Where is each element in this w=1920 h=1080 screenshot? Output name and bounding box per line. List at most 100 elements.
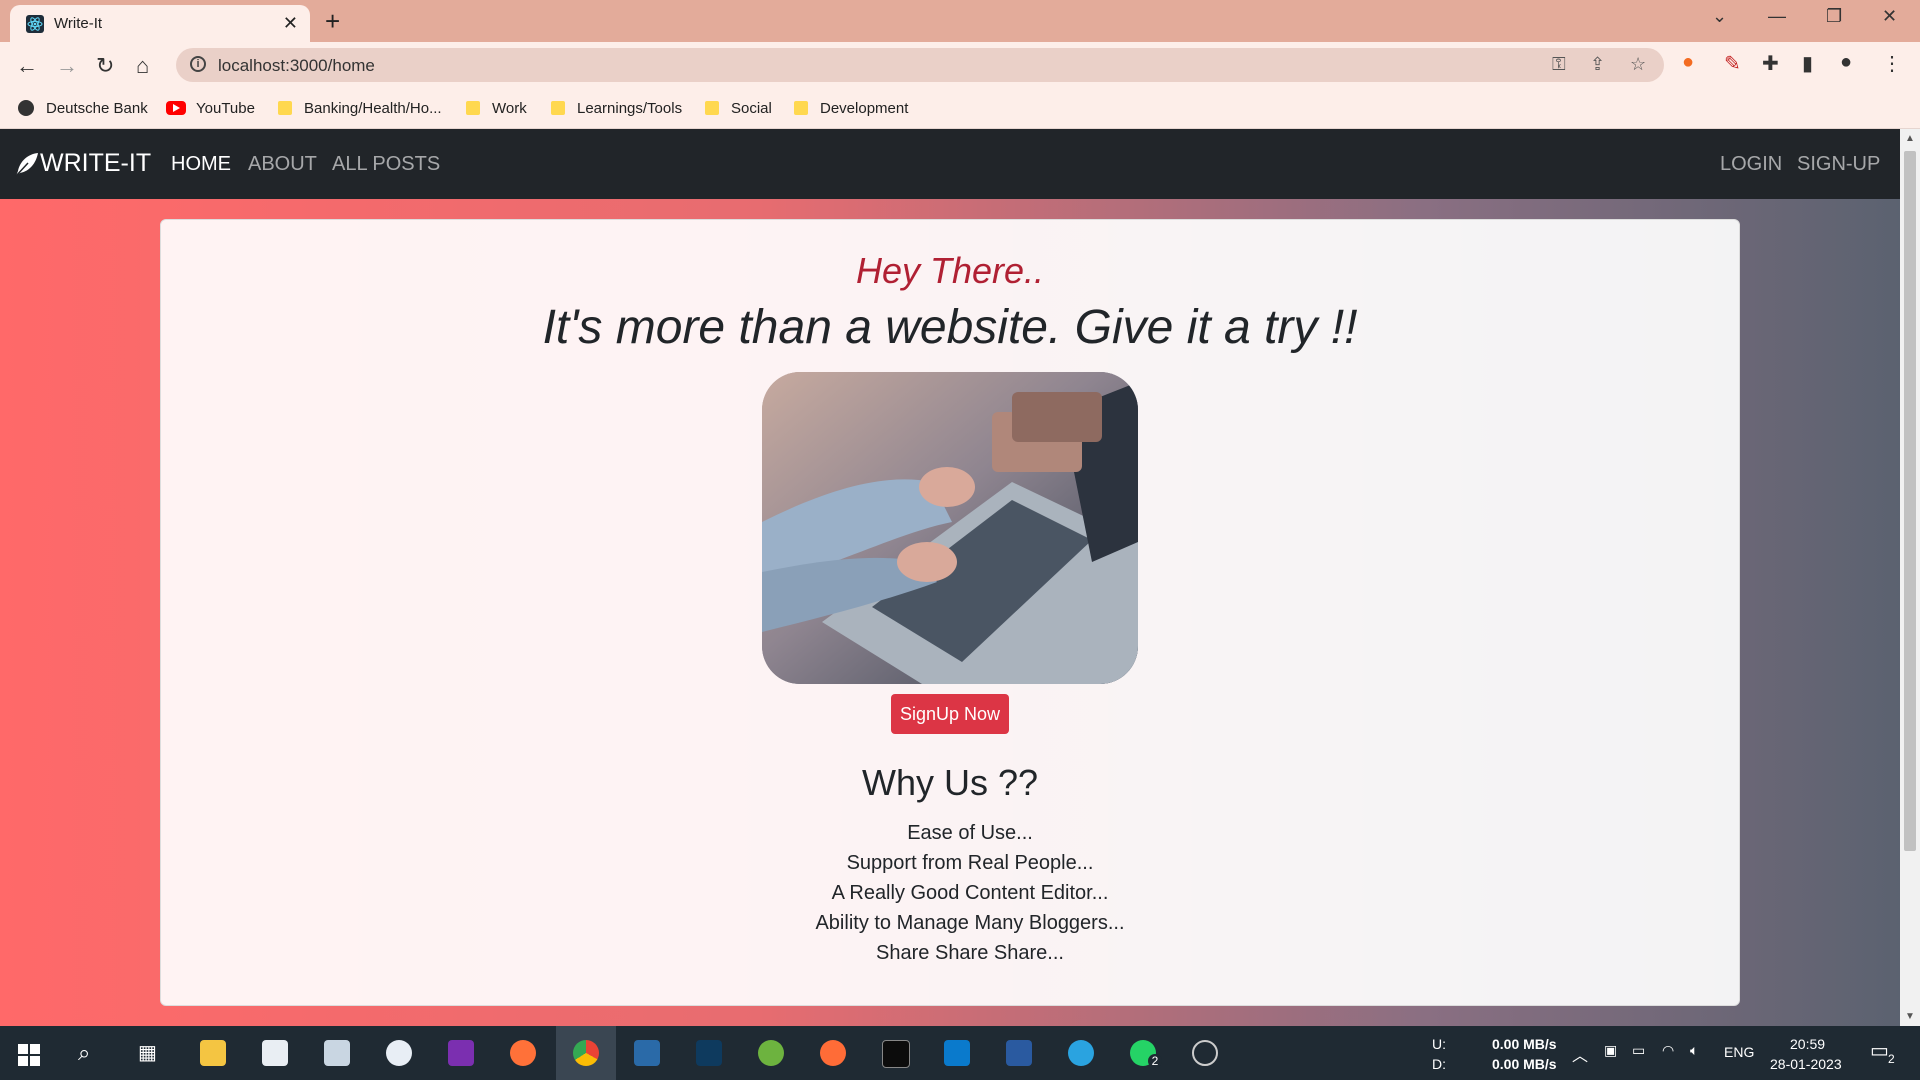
page-scrollbar[interactable]: ▲ ▼ (1900, 129, 1920, 1026)
nav-about[interactable]: ABOUT (248, 153, 317, 176)
nav-signup[interactable]: SIGN-UP (1797, 153, 1880, 176)
folder-icon (278, 101, 292, 115)
reason-item: A Really Good Content Editor... (831, 882, 1109, 904)
address-bar[interactable]: i localhost:3000/home ⚿ ⇪ ☆ (176, 48, 1664, 82)
tab-search-icon[interactable]: ⌄ (1712, 6, 1727, 27)
bookmark-label: Work (492, 99, 527, 117)
bookmark-label: Development (820, 99, 909, 117)
download-speed: 0.00 MB/s (1492, 1056, 1557, 1072)
scroll-down-icon[interactable]: ▼ (1905, 1011, 1915, 1022)
task-view-icon[interactable]: ▦ (138, 1040, 157, 1065)
key-icon[interactable]: ⚿ (1552, 54, 1566, 75)
clock-date[interactable]: 28-01-2023 (1770, 1056, 1842, 1072)
notification-count: 2 (1888, 1052, 1895, 1066)
minimize-icon[interactable]: — (1768, 6, 1786, 27)
powershell-icon[interactable] (1006, 1040, 1032, 1066)
bookmark-folder-banking[interactable]: Banking/Health/Ho... (278, 96, 442, 120)
menu-kebab-icon[interactable]: ⋮ (1882, 51, 1902, 76)
scroll-up-icon[interactable]: ▲ (1905, 133, 1915, 144)
nav-home[interactable]: HOME (171, 153, 231, 176)
bookmark-folder-development[interactable]: Development (794, 96, 908, 120)
reasons-list: Ease of Use... Support from Real People.… (181, 818, 1759, 968)
vscode-icon[interactable] (944, 1040, 970, 1066)
bookmark-folder-learnings[interactable]: Learnings/Tools (551, 96, 682, 120)
restore-icon[interactable]: ❐ (1826, 6, 1842, 27)
extension-icon[interactable]: ● (1682, 51, 1694, 74)
bookmark-label: Social (731, 99, 772, 117)
bookmark-folder-social[interactable]: Social (705, 96, 772, 120)
app-navbar: WRITE-IT HOME ABOUT ALL POSTS LOGIN SIGN… (0, 129, 1900, 199)
bookmark-deutsche-bank[interactable]: Deutsche Bank (18, 96, 148, 120)
reason-item: Support from Real People... (846, 852, 1094, 874)
reload-icon[interactable]: ↻ (96, 53, 114, 79)
bookmarks-bar: Deutsche Bank YouTube Banking/Health/Ho.… (0, 90, 1920, 129)
url-text[interactable]: localhost:3000/home (218, 56, 375, 76)
feather-pen-icon (15, 152, 38, 177)
tab-title: Write-It (54, 15, 103, 32)
react-favicon-icon (26, 15, 44, 33)
folder-icon (794, 101, 808, 115)
reason-item: Ease of Use... (907, 822, 1033, 844)
bookmark-youtube[interactable]: YouTube (166, 96, 255, 120)
tab-close-button[interactable]: ✕ (283, 13, 298, 34)
meet-icon[interactable]: ▣ (1604, 1042, 1617, 1059)
telegram-icon[interactable] (1068, 1040, 1094, 1066)
spring-icon[interactable] (758, 1040, 784, 1066)
home-icon[interactable]: ⌂ (136, 53, 149, 79)
share-icon[interactable]: ⇪ (1590, 54, 1605, 75)
signup-now-button[interactable]: SignUp Now (891, 694, 1009, 734)
wifi-icon[interactable]: ◠ (1662, 1042, 1674, 1059)
firefox-icon[interactable] (510, 1040, 536, 1066)
upload-label: U: (1432, 1036, 1446, 1052)
onenote-icon[interactable] (448, 1040, 474, 1066)
terminal-icon[interactable] (882, 1040, 910, 1068)
back-icon[interactable]: ← (16, 53, 38, 79)
snipping-tool-icon[interactable] (386, 1040, 412, 1066)
whatsapp-icon[interactable]: 2 (1130, 1040, 1162, 1068)
extension-tool-icon[interactable]: ✎ (1724, 51, 1741, 76)
microsoft-store-icon[interactable] (262, 1040, 288, 1066)
extensions-puzzle-icon[interactable]: ✚ (1762, 51, 1779, 76)
forward-icon[interactable]: → (56, 53, 78, 79)
nav-login[interactable]: LOGIN (1720, 153, 1782, 176)
site-info-icon[interactable]: i (190, 56, 206, 72)
chevron-up-icon[interactable]: ︿ (1572, 1042, 1588, 1066)
chrome-icon[interactable] (573, 1040, 599, 1066)
bookmark-label: Learnings/Tools (577, 99, 683, 117)
tagline-heading: It's more than a website. Give it a try … (542, 301, 1358, 354)
folder-icon (705, 101, 719, 115)
clock-time[interactable]: 20:59 (1790, 1036, 1825, 1052)
greeting-heading: Hey There.. (855, 250, 1045, 291)
scrollbar-thumb[interactable] (1904, 151, 1916, 851)
youtube-icon (166, 101, 186, 115)
bookmark-folder-work[interactable]: Work (466, 96, 527, 120)
download-label: D: (1432, 1056, 1446, 1072)
tab-strip: Write-It ✕ + ⌄ — ❐ ✕ (0, 0, 1920, 42)
volume-icon[interactable]: 🔈︎ (1690, 1042, 1698, 1059)
browser-toolbar: ← → ↻ ⌂ i localhost:3000/home ⚿ ⇪ ☆ ● ✎ … (0, 42, 1920, 90)
folder-icon (551, 101, 565, 115)
brand-link[interactable]: WRITE-IT (14, 149, 151, 178)
battery-icon[interactable]: ▭ (1632, 1042, 1645, 1059)
language-indicator[interactable]: ENG (1724, 1044, 1754, 1060)
side-panel-icon[interactable]: ▮ (1802, 51, 1813, 76)
app-icon[interactable] (324, 1040, 350, 1066)
windows-start-icon[interactable] (18, 1044, 40, 1066)
nav-all-posts[interactable]: ALL POSTS (332, 153, 440, 176)
notification-icon[interactable]: ▭ (1870, 1038, 1889, 1063)
mysql-icon[interactable] (696, 1040, 722, 1066)
postman-icon[interactable] (820, 1040, 846, 1066)
file-explorer-icon[interactable] (200, 1040, 226, 1066)
new-tab-button[interactable]: + (325, 6, 340, 37)
obs-icon[interactable] (1192, 1040, 1218, 1066)
brand-text: WRITE-IT (40, 149, 152, 177)
hero-laptop-image (762, 372, 1138, 684)
profile-avatar-icon[interactable]: ● (1840, 51, 1852, 74)
window-close-icon[interactable]: ✕ (1882, 6, 1897, 27)
folder-icon (466, 101, 480, 115)
search-icon[interactable]: ⌕ (78, 1040, 90, 1066)
bookmark-label: Deutsche Bank (46, 99, 148, 117)
browser-tab[interactable]: Write-It ✕ (10, 5, 310, 42)
eclipse-icon[interactable] (634, 1040, 660, 1066)
bookmark-star-icon[interactable]: ☆ (1630, 54, 1646, 75)
